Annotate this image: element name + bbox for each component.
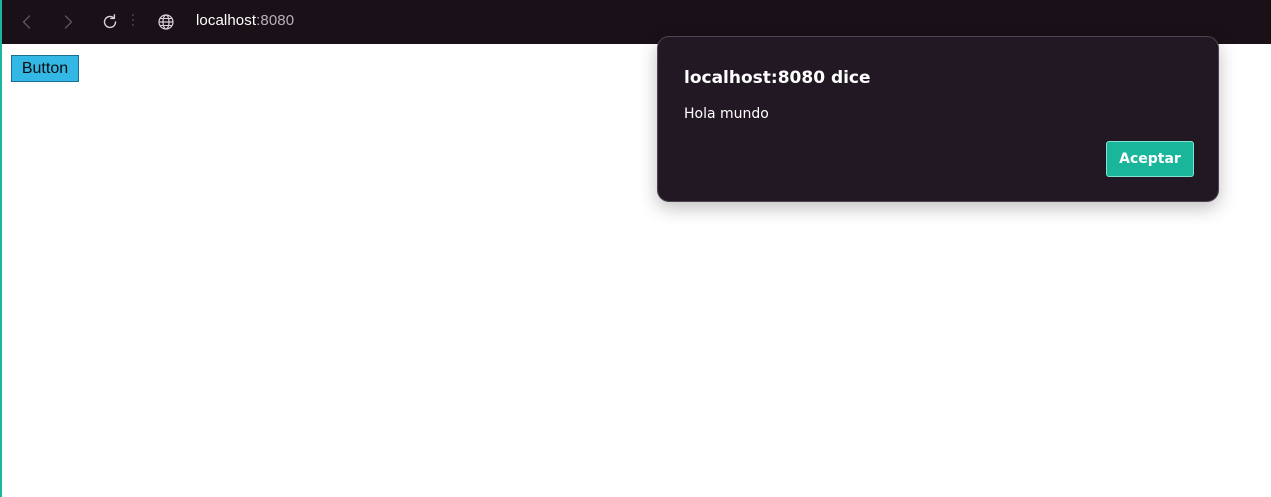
alert-message: Hola mundo [684,106,769,122]
alert-dialog: localhost:8080 dice Hola mundo Aceptar [657,36,1219,202]
accept-button[interactable]: Aceptar [1106,141,1194,177]
globe-icon [158,14,174,30]
chevron-left-icon [22,15,31,29]
browser-window: localhost:8080 Button localhost:8080 dic… [0,0,1271,497]
address-port: :8080 [256,12,295,29]
address-bar[interactable]: localhost:8080 [196,12,294,30]
reload-icon [103,14,117,29]
chevron-right-icon [64,15,73,29]
page-button[interactable]: Button [11,55,79,82]
alert-title: localhost:8080 dice [684,68,871,88]
toolbar-divider [130,14,136,30]
site-info-button[interactable] [152,8,180,36]
back-button[interactable] [12,7,42,37]
address-host: localhost [196,12,257,29]
reload-button[interactable] [95,7,125,37]
forward-button[interactable] [53,7,83,37]
